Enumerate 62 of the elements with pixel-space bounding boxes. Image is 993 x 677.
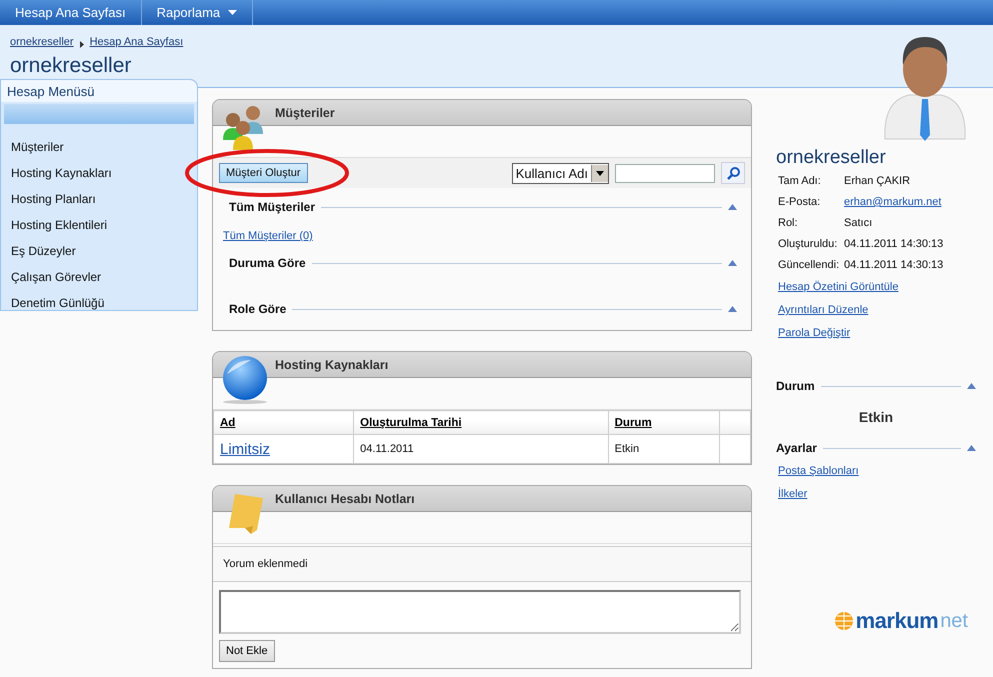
field-label: Rol: [778,217,799,229]
sidebar-item[interactable]: Hosting Planları [1,186,106,212]
field-label: Tam Adı: [778,175,822,187]
search-field[interactable] [615,164,715,182]
collapse-icon[interactable] [728,204,737,210]
section-title: Tüm Müşteriler [229,200,316,214]
logo-suffix: net [940,610,968,632]
field-value: 04.11.2011 14:30:13 [844,259,944,271]
add-note-button[interactable]: Not Ekle [219,640,275,662]
collapse-icon[interactable] [967,383,976,389]
sidebar-item[interactable]: Hosting Kaynakları [1,160,122,186]
section-title: Role Göre [229,302,286,316]
customer-link[interactable]: Tüm Müşteriler (0) [223,230,313,242]
collapse-icon[interactable] [728,260,737,266]
search-icon [726,166,740,180]
collapse-icon[interactable] [967,445,976,451]
field-label: Oluşturuldu: [778,238,838,250]
status-value: Etkin [858,409,894,425]
breadcrumb-link[interactable]: Hesap Ana Sayfası [90,36,184,48]
search-button[interactable] [721,162,745,184]
account-name: ornekreseller [776,147,887,169]
table-cell: Etkin [608,434,720,464]
account-action-link[interactable]: Hesap Özetini Görüntüle [778,281,976,293]
field-label: E-Posta: [778,196,822,208]
page-title: ornekreseller [10,54,132,78]
sidebar-title: Hesap Menüsü [1,80,197,102]
field-value: Satıcı [844,217,874,229]
create-customer-button[interactable]: Müşteri Oluştur [219,163,308,183]
field-label: Güncellendi: [778,259,840,271]
section-title: Ayarlar [776,441,817,455]
collapse-icon[interactable] [728,306,737,312]
table-cell: 04.11.2011 [354,434,608,464]
caret-icon [228,10,238,15]
email-link[interactable]: erhan@markum.net [844,196,976,208]
section-title: Durum [776,379,815,393]
logo-text: markum [856,608,938,634]
sidebar-item[interactable]: Denetim Günlüğü [1,290,114,316]
globe-icon [834,611,854,631]
field-value: 04.11.2011 14:30:13 [844,238,944,250]
panel-title: Müşteriler [213,100,751,126]
field-value: Erhan ÇAKIR [844,175,912,187]
breadcrumb-link[interactable]: ornekreseller [10,36,74,48]
sphere-icon [221,356,269,404]
sidebar-item[interactable]: Çalışan Görevler [1,264,112,290]
note-input-field[interactable] [219,590,741,634]
column-header[interactable]: Oluşturulma Tarihi [360,416,462,428]
account-action-link[interactable]: Parola Değiştir [778,327,976,339]
empty-notes-message: Yorum eklenmedi [213,546,751,582]
column-header[interactable]: Durum [614,416,652,428]
caret-icon [596,170,604,176]
column-header[interactable]: Ad [220,416,236,428]
settings-link[interactable]: Posta Şablonları [778,465,976,477]
panel-title: Kullanıcı Hesabı Notları [213,486,751,512]
breadcrumb-separator-icon [80,41,84,48]
account-action-link[interactable]: Ayrıntıları Düzenle [778,304,976,316]
sidebar-item[interactable]: Müşteriler [1,134,74,160]
sidebar-item[interactable]: Eş Düzeyler [1,238,86,264]
filter-dropdown[interactable]: Kullanıcı Adı [512,162,609,184]
panel-title: Hosting Kaynakları [213,352,751,378]
section-title: Duruma Göre [229,256,306,270]
settings-link[interactable]: İlkeler [778,488,976,500]
sidebar-item[interactable]: Hosting Eklentileri [1,212,118,238]
